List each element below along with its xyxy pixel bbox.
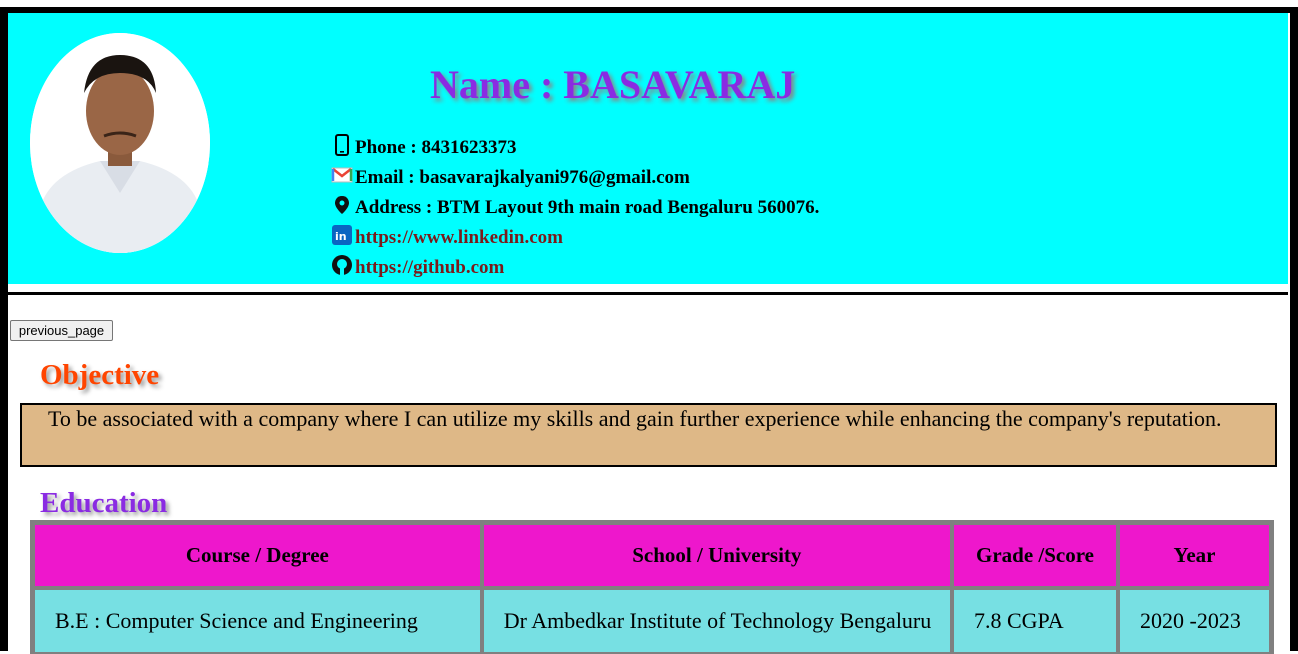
linkedin-icon: in — [331, 224, 353, 246]
education-title: Education — [40, 487, 168, 519]
phone-icon — [331, 134, 353, 156]
address-text: Address : BTM Layout 9th main road Benga… — [355, 197, 820, 218]
gmail-icon — [331, 164, 353, 186]
github-link[interactable]: https://github.com — [355, 257, 504, 279]
cell-grade: 7.8 CGPA — [951, 588, 1119, 654]
location-icon — [331, 194, 353, 216]
profile-header: Name : BASAVARAJ Phone : 8431623373 Emai… — [8, 13, 1288, 284]
column-header-course: Course / Degree — [33, 523, 482, 588]
column-header-grade: Grade /Score — [951, 523, 1119, 588]
phone-text: Phone : 8431623373 — [355, 137, 517, 158]
cell-year: 2020 -2023 — [1118, 588, 1271, 654]
objective-box: To be associated with a company where I … — [20, 403, 1277, 467]
contact-info: Phone : 8431623373 Email : basavarajkaly… — [331, 133, 819, 283]
cell-school: Dr Ambedkar Institute of Technology Beng… — [481, 588, 952, 654]
objective-title: Objective — [40, 359, 160, 391]
objective-text: To be associated with a company where I … — [48, 406, 1222, 431]
github-icon — [331, 254, 353, 276]
table-row: B.E : Computer Science and Engineering D… — [33, 588, 1271, 654]
candidate-name: Name : BASAVARAJ — [430, 62, 796, 107]
previous-page-button[interactable]: previous_page — [10, 320, 113, 341]
svg-text:in: in — [335, 230, 347, 243]
email-text: Email : basavarajkalyani976@gmail.com — [355, 167, 690, 188]
header-divider — [8, 292, 1288, 295]
phone-row: Phone : 8431623373 — [331, 133, 819, 163]
table-header-row: Course / Degree School / University Grad… — [33, 523, 1271, 588]
address-row: Address : BTM Layout 9th main road Benga… — [331, 193, 819, 223]
cell-course: B.E : Computer Science and Engineering — [33, 588, 482, 654]
education-table: Course / Degree School / University Grad… — [30, 520, 1274, 654]
column-header-year: Year — [1118, 523, 1271, 588]
profile-photo — [30, 33, 210, 253]
github-row[interactable]: https://github.com — [331, 253, 819, 283]
linkedin-row[interactable]: in https://www.linkedin.com — [331, 223, 819, 253]
column-header-school: School / University — [481, 523, 952, 588]
linkedin-link[interactable]: https://www.linkedin.com — [355, 227, 563, 249]
email-row: Email : basavarajkalyani976@gmail.com — [331, 163, 819, 193]
